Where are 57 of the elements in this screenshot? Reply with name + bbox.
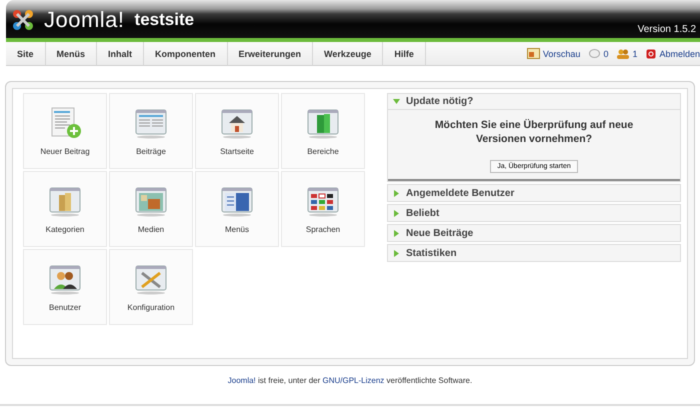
logout-icon [646, 48, 656, 58]
photo-window-icon [134, 184, 168, 216]
people-icon [48, 262, 82, 294]
shortcut-tile[interactable]: Kategorien [23, 171, 107, 247]
menu-window-icon [220, 184, 254, 216]
panel-header[interactable]: Angemeldete Benutzer [388, 185, 680, 201]
shortcut-tile[interactable]: Medien [109, 171, 193, 247]
house-icon [220, 106, 254, 138]
logout-link[interactable]: Abmelden [646, 48, 700, 58]
messages-count[interactable]: 0 [589, 48, 608, 58]
shortcut-tile[interactable]: Startseite [195, 93, 279, 169]
panel-header[interactable]: Update nötig? [388, 94, 680, 110]
shortcut-tile[interactable]: Menüs [195, 171, 279, 247]
shortcut-label: Menüs [224, 224, 249, 234]
shortcut-tile[interactable]: Neuer Beitrag [23, 93, 107, 169]
shortcut-label: Sprachen [306, 224, 340, 234]
shortcut-label: Medien [138, 224, 164, 234]
panel-header[interactable]: Statistiken [388, 245, 680, 261]
menu-item[interactable]: Werkzeuge [313, 42, 384, 65]
panel-header[interactable]: Beliebt [388, 205, 680, 221]
update-question: Möchten Sie eine Überprüfung auf neue Versionen vornehmen? [434, 118, 634, 146]
speech-bubble-icon [589, 48, 600, 58]
logo-text: Joomla! [44, 7, 125, 33]
article-window-icon [134, 106, 168, 138]
menu-item[interactable]: Menüs [46, 42, 98, 65]
users-icon [617, 48, 630, 58]
shortcut-label: Neuer Beitrag [40, 146, 90, 156]
shortcut-tile[interactable]: Benutzer [23, 249, 107, 325]
folder-icon [48, 184, 82, 216]
shortcut-label: Beiträge [136, 146, 166, 156]
shortcut-label: Konfiguration [127, 302, 175, 312]
shortcut-label: Bereiche [307, 146, 339, 156]
shortcut-tile[interactable]: Bereiche [281, 93, 365, 169]
version-text: Version 1.5.2 [638, 24, 696, 37]
menu-item[interactable]: Hilfe [383, 42, 426, 65]
shortcut-label: Kategorien [46, 224, 84, 234]
menu-item[interactable]: Inhalt [97, 42, 144, 65]
menu-item[interactable]: Erweiterungen [228, 42, 314, 65]
users-count[interactable]: 1 [617, 48, 638, 58]
license-link[interactable]: GNU/GPL-Lizenz [322, 376, 384, 385]
shortcut-tile[interactable]: Beiträge [109, 93, 193, 169]
shortcut-label: Benutzer [48, 302, 82, 312]
tools-icon [134, 262, 168, 294]
folders-icon [306, 106, 340, 138]
preview-link[interactable]: Vorschau [526, 48, 580, 59]
joomla-link[interactable]: Joomla! [228, 376, 256, 385]
panel-header[interactable]: Neue Beiträge [388, 225, 680, 241]
logo-icon [12, 9, 34, 31]
preview-icon [526, 48, 540, 59]
site-title: testsite [134, 10, 194, 30]
menu-item[interactable]: Site [6, 42, 46, 65]
shortcut-label: Startseite [220, 146, 254, 156]
shortcut-tile[interactable]: Sprachen [281, 171, 365, 247]
shortcut-tile[interactable]: Konfiguration [109, 249, 193, 325]
flags-icon [306, 184, 340, 216]
menu-item[interactable]: Komponenten [144, 42, 228, 65]
footer-text: Joomla! ist freie, unter der GNU/GPL-Lizenz veröffentlichte Software. [226, 376, 474, 385]
